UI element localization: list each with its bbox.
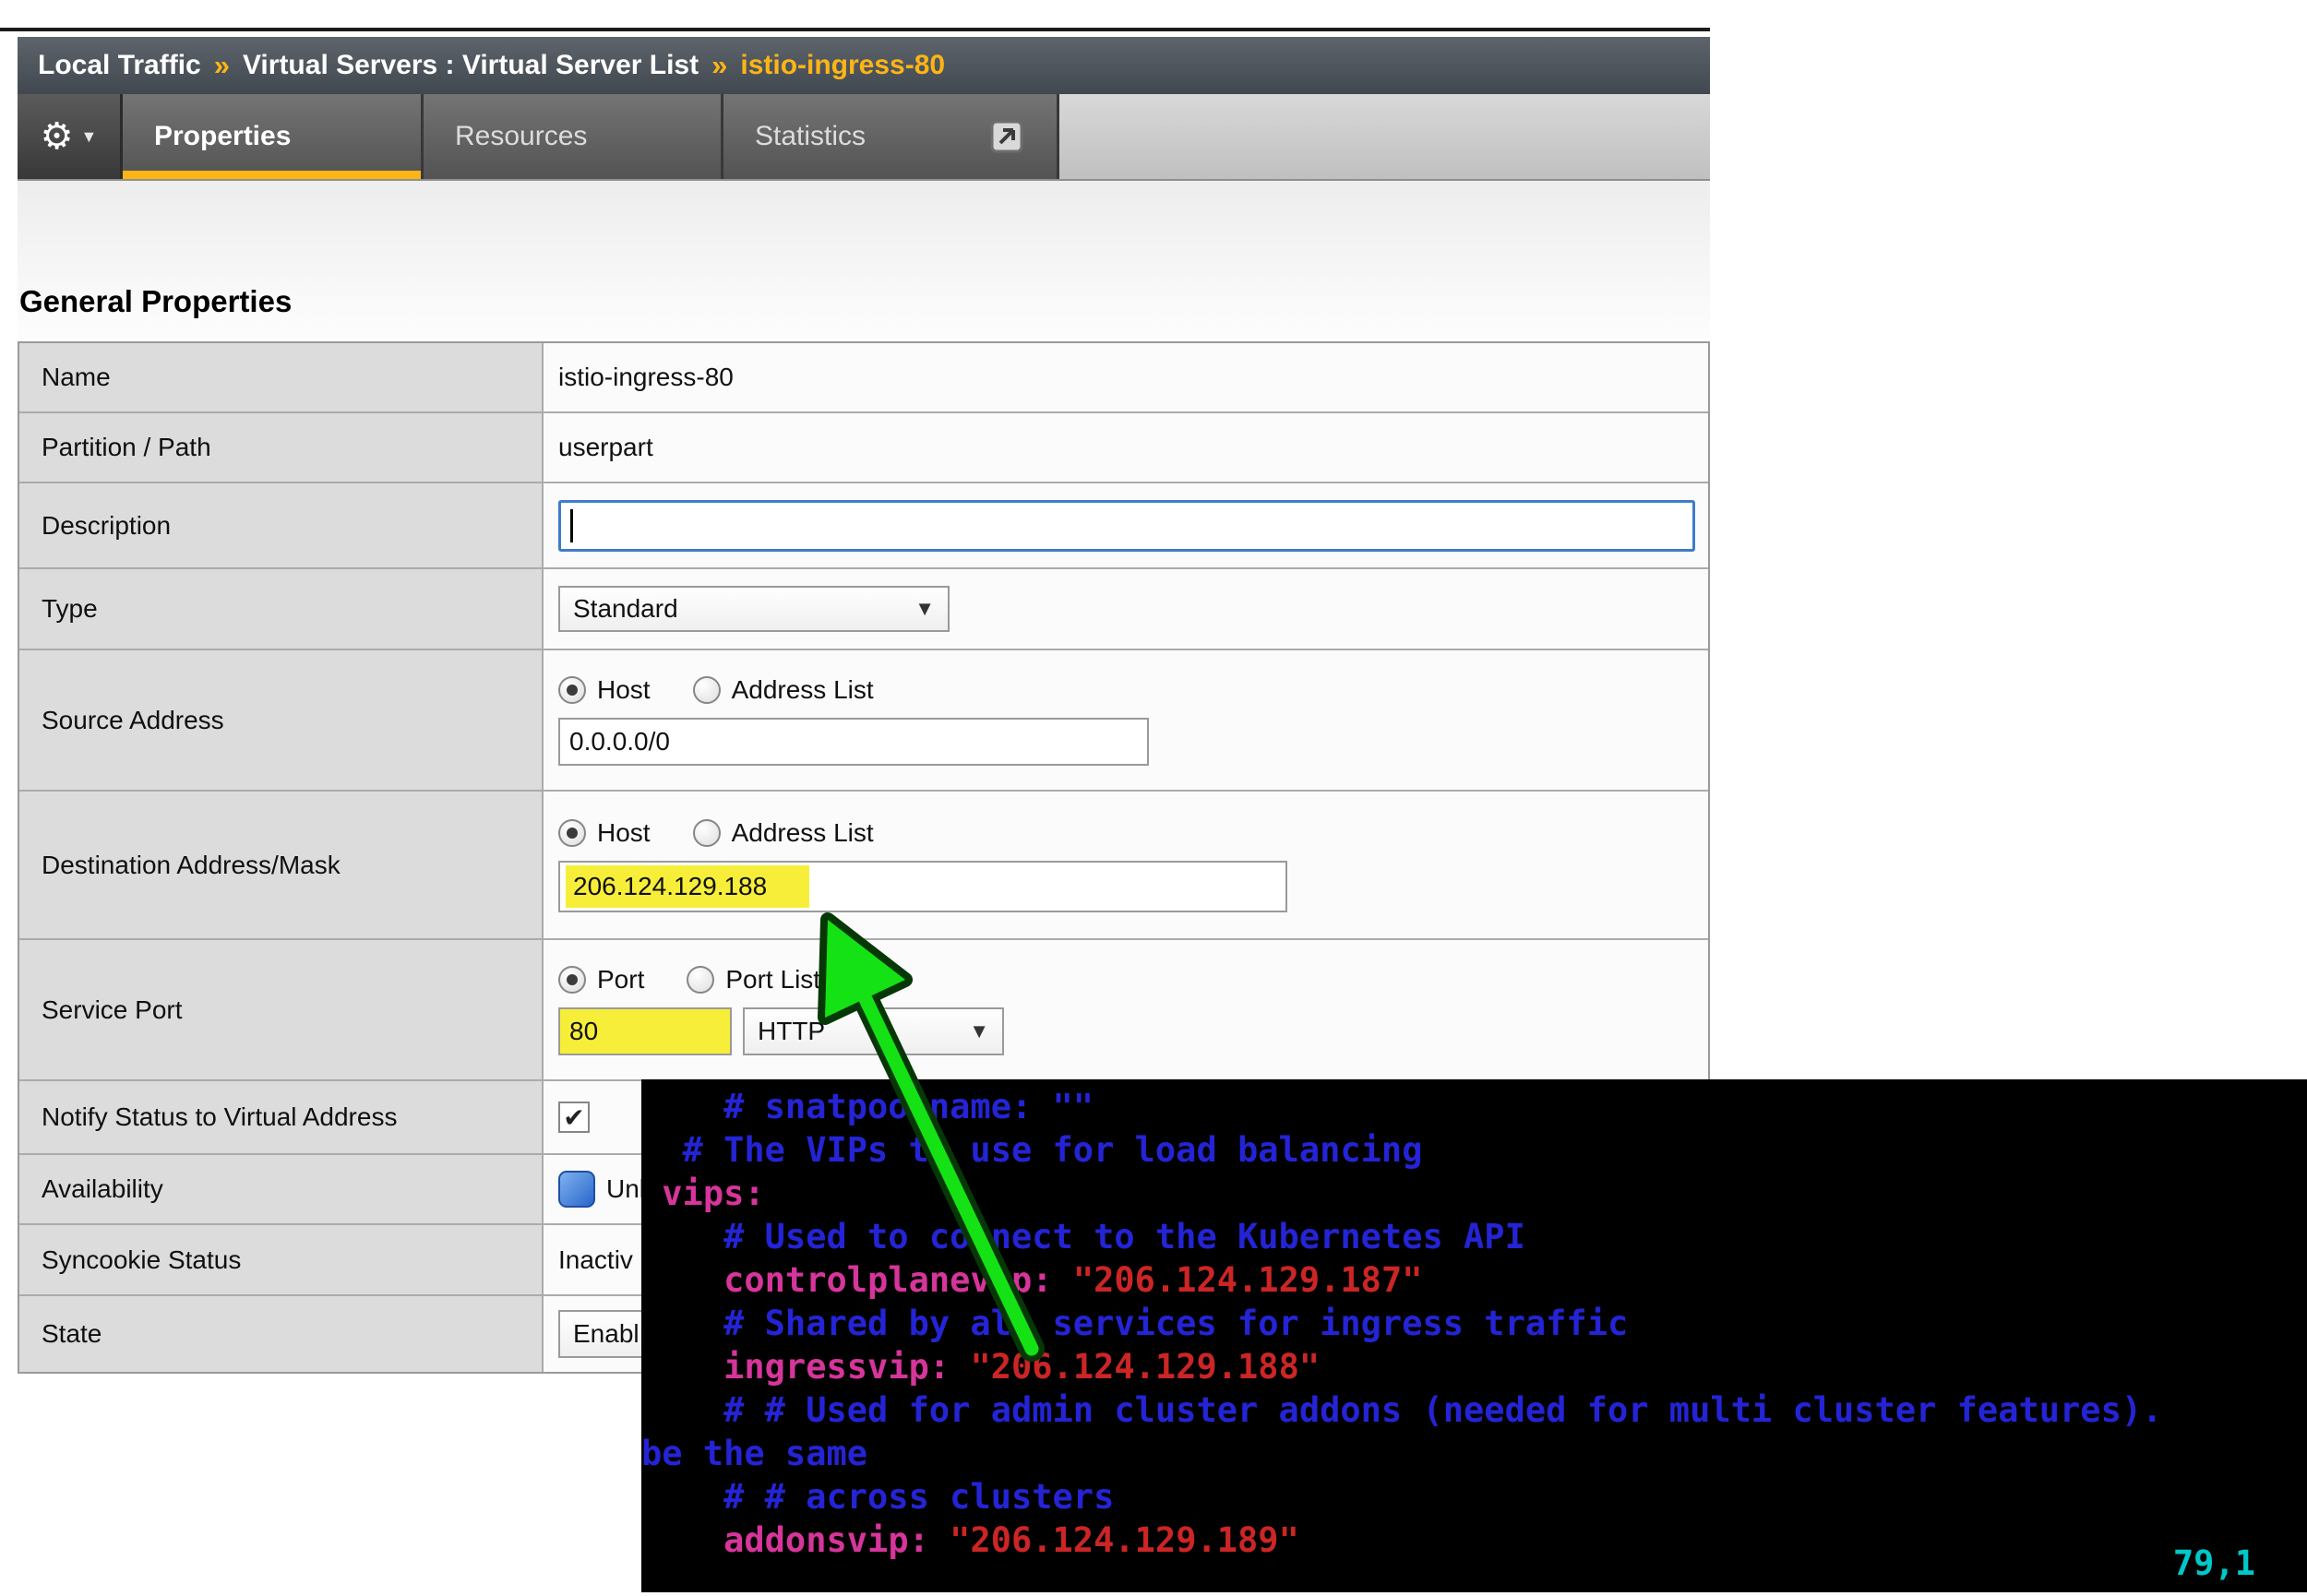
terminal-line: # Used to connect to the Kubernetes API: [641, 1217, 1525, 1257]
terminal-line: vips:: [662, 1173, 765, 1213]
radio-label: Host: [597, 817, 651, 847]
text-cursor: [570, 508, 573, 542]
field-label: State: [19, 1296, 544, 1372]
chevron-down-icon: ▼: [914, 597, 935, 620]
breadcrumb-section[interactable]: Local Traffic: [38, 50, 201, 81]
partition-value: userpart: [558, 433, 653, 461]
breadcrumb-current: istio-ingress-80: [740, 50, 946, 80]
popup-window-icon: [988, 118, 1025, 155]
field-label: Notify Status to Virtual Address: [19, 1081, 544, 1153]
terminal-line: # # Used for admin cluster addons (neede…: [641, 1390, 2163, 1430]
field-label: Service Port: [19, 940, 544, 1079]
vim-ruler: 79,1: [2172, 1543, 2255, 1583]
terminal-line: # Shared by all services for ingress tra…: [641, 1304, 1629, 1343]
form-row-partition: Partition / Path userpart: [19, 413, 1708, 483]
availability-status-icon: [558, 1171, 595, 1208]
field-label: Description: [19, 483, 544, 567]
terminal-line: be the same: [641, 1434, 868, 1473]
tab-label: Properties: [154, 121, 292, 151]
section-title: General Properties: [19, 284, 293, 318]
tab-properties[interactable]: Properties: [123, 94, 424, 179]
tab-bar: ⚙ ▼ Properties Resources Statistics: [18, 94, 1710, 181]
type-select-value: Standard: [573, 594, 678, 623]
state-select-value: Enabl: [573, 1319, 640, 1348]
source-host-radio[interactable]: [558, 675, 586, 704]
terminal-line: # snatpoolname: "": [641, 1087, 1094, 1126]
field-label: Availability: [19, 1155, 544, 1223]
tab-label: Statistics: [755, 121, 867, 151]
field-label: Syncookie Status: [19, 1225, 544, 1294]
field-label: Source Address: [19, 650, 544, 790]
breadcrumb-separator-icon: »: [213, 49, 230, 81]
service-port-value: 80: [569, 1016, 599, 1045]
terminal-body: # snatpoolname: "" # The VIPs to use for…: [641, 1085, 2307, 1562]
destination-address-list-radio[interactable]: [692, 818, 721, 847]
terminal-line: # # across clusters: [641, 1477, 1115, 1517]
source-address-list-radio[interactable]: [692, 675, 721, 704]
radio-label: Address List: [731, 674, 874, 704]
form-row-destination-address: Destination Address/Mask Host Address Li…: [19, 792, 1708, 940]
form-row-source-address: Source Address Host Address List 0.0.0.0…: [19, 650, 1708, 792]
tab-resources[interactable]: Resources: [424, 94, 723, 179]
port-radio[interactable]: [558, 965, 586, 994]
terminal-line: addonsvip: "206.124.129.189": [723, 1520, 1299, 1560]
field-label: Name: [19, 343, 544, 411]
field-label: Partition / Path: [19, 413, 544, 482]
destination-host-radio[interactable]: [558, 818, 586, 847]
checkmark-icon: ✔: [563, 1102, 585, 1132]
breadcrumb-path[interactable]: Virtual Servers : Virtual Server List: [243, 50, 699, 81]
chevron-down-icon: ▼: [80, 126, 98, 146]
description-input[interactable]: [558, 499, 1695, 552]
gear-icon: ⚙: [40, 116, 74, 157]
top-border-line: [0, 28, 1710, 31]
radio-label: Port List: [725, 964, 821, 994]
tab-bar-filler: [1059, 94, 1710, 179]
radio-label: Host: [597, 674, 651, 704]
terminal-line: controlplanevip: "206.124.129.187": [723, 1260, 1423, 1300]
breadcrumb-separator-icon: »: [711, 49, 728, 81]
name-value: istio-ingress-80: [558, 363, 734, 391]
field-label: Type: [19, 569, 544, 649]
port-list-radio[interactable]: [687, 965, 715, 994]
tab-label: Resources: [455, 121, 588, 151]
source-address-input[interactable]: 0.0.0.0/0: [558, 717, 1149, 766]
form-row-service-port: Service Port Port Port List 80 HTTP ▼: [19, 940, 1708, 1081]
terminal-window[interactable]: # snatpoolname: "" # The VIPs to use for…: [641, 1079, 2307, 1592]
field-label: Destination Address/Mask: [19, 792, 544, 938]
tab-statistics[interactable]: Statistics: [723, 94, 1059, 179]
terminal-line: ingressvip: "206.124.129.188": [723, 1347, 1321, 1387]
service-port-input[interactable]: 80: [558, 1006, 732, 1055]
destination-address-value-highlighted: 206.124.129.188: [566, 864, 810, 908]
source-address-value: 0.0.0.0/0: [569, 726, 670, 756]
chevron-down-icon: ▼: [969, 1018, 989, 1042]
terminal-line: # The VIPs to use for load balancing: [641, 1130, 1423, 1170]
breadcrumb: Local Traffic » Virtual Servers : Virtua…: [18, 37, 1710, 94]
radio-label: Address List: [731, 817, 874, 847]
notify-status-checkbox[interactable]: ✔: [558, 1102, 590, 1133]
form-row-type: Type Standard ▼: [19, 569, 1708, 650]
radio-label: Port: [597, 964, 645, 994]
form-row-description: Description: [19, 483, 1708, 569]
service-protocol-select[interactable]: HTTP ▼: [743, 1006, 1004, 1055]
service-protocol-value: HTTP: [758, 1016, 826, 1045]
type-select[interactable]: Standard ▼: [558, 586, 950, 632]
form-row-name: Name istio-ingress-80: [19, 343, 1708, 413]
destination-address-input[interactable]: 206.124.129.188: [558, 860, 1287, 912]
settings-menu-button[interactable]: ⚙ ▼: [18, 94, 123, 179]
